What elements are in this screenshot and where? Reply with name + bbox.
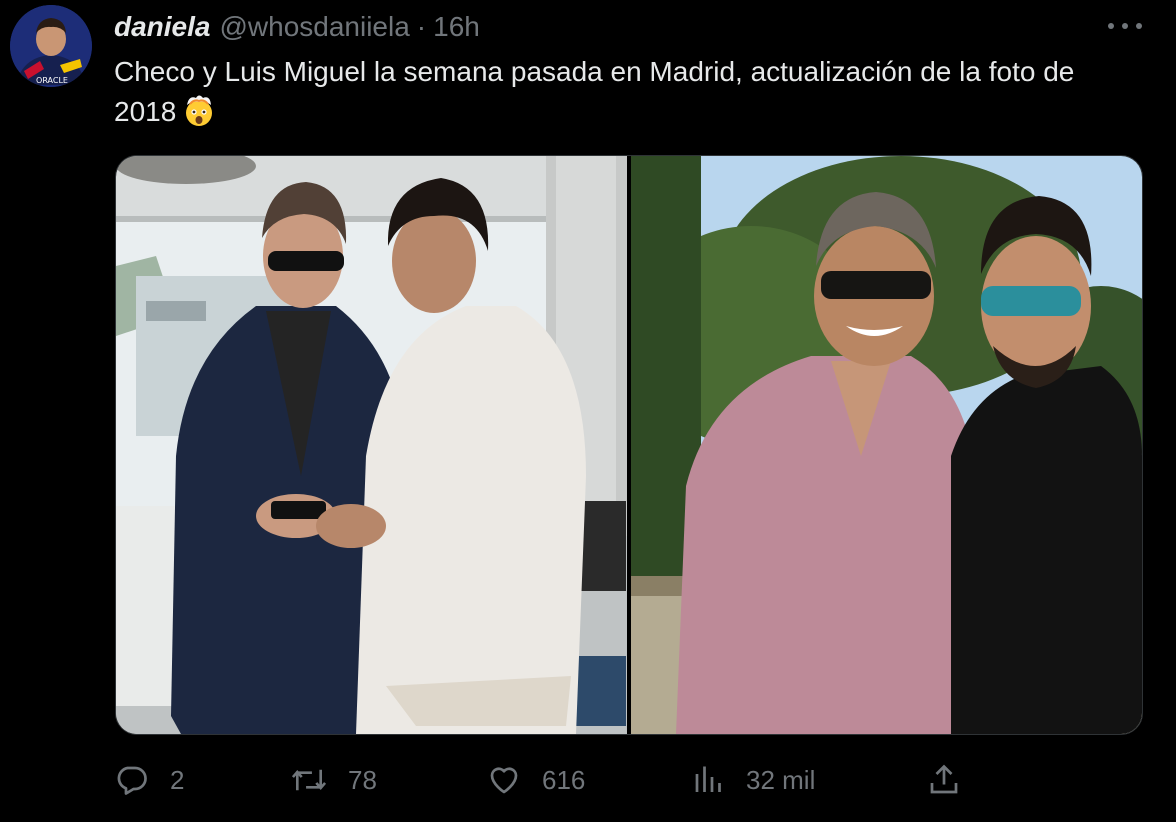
- photo-icon: [631, 156, 1142, 734]
- repost-count: 78: [348, 764, 377, 795]
- tweet-body: Checo y Luis Miguel la semana pasada en …: [114, 56, 1075, 127]
- timestamp[interactable]: 16h: [433, 11, 480, 43]
- tweet: ORACLE daniela @whosdaniiela · 16h Checo…: [0, 0, 1176, 822]
- share-icon: [930, 764, 958, 794]
- photo-right[interactable]: [631, 156, 1142, 734]
- views-icon: [695, 766, 721, 792]
- reply-button[interactable]: 2: [114, 758, 184, 802]
- repost-button[interactable]: 78: [290, 758, 377, 802]
- display-name[interactable]: daniela: [114, 11, 210, 43]
- share-button[interactable]: [926, 758, 962, 802]
- media-grid: [115, 155, 1143, 735]
- views-button[interactable]: 32 mil: [692, 758, 815, 802]
- user-handle[interactable]: @whosdaniiela: [219, 11, 409, 43]
- action-bar: 2 78 616 32 mil: [114, 758, 974, 802]
- like-button[interactable]: 616: [486, 758, 585, 802]
- like-count: 616: [542, 764, 586, 795]
- photo-left[interactable]: [116, 156, 627, 734]
- tweet-text: Checo y Luis Miguel la semana pasada en …: [114, 52, 1144, 132]
- more-options-icon[interactable]: [1108, 14, 1142, 38]
- reply-icon: [117, 766, 147, 795]
- avatar[interactable]: ORACLE: [10, 5, 92, 87]
- heart-icon: [490, 767, 518, 794]
- tweet-header: daniela @whosdaniiela · 16h: [114, 10, 480, 44]
- separator-dot: ·: [416, 11, 427, 42]
- photo-icon: [116, 156, 627, 734]
- reply-count: 2: [170, 764, 185, 795]
- exploding-head-icon: [182, 93, 216, 127]
- avatar-photo: ORACLE: [10, 5, 92, 87]
- svg-text:ORACLE: ORACLE: [36, 76, 68, 85]
- repost-icon: [291, 769, 327, 791]
- view-count: 32 mil: [746, 764, 816, 795]
